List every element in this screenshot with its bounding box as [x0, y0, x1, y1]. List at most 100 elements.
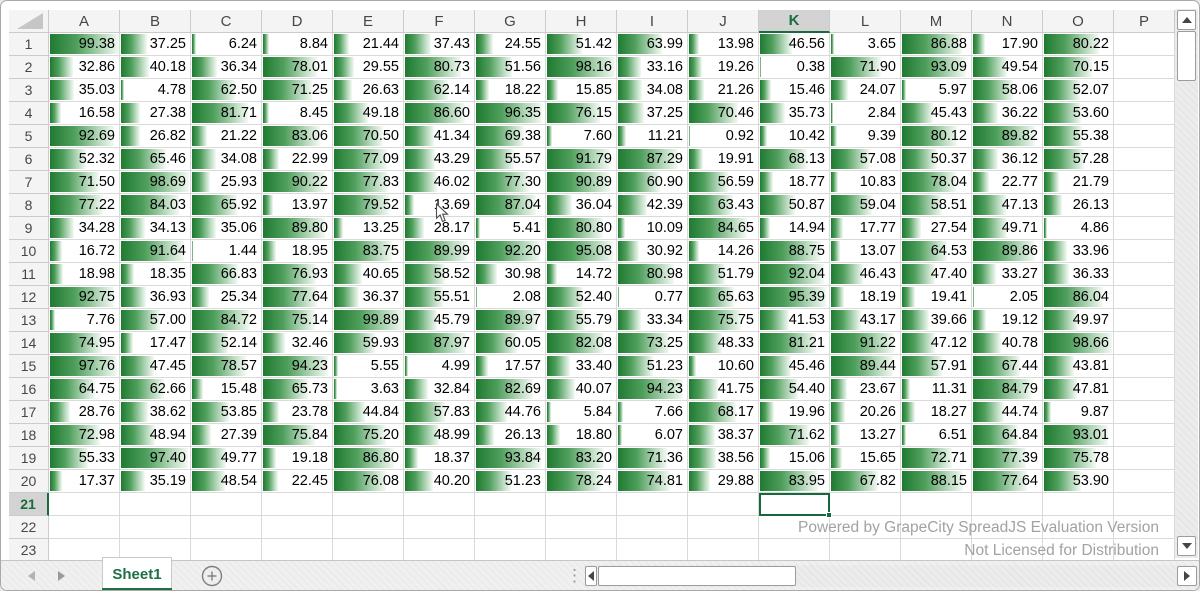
cell-E23[interactable]	[333, 539, 404, 562]
cell-B12[interactable]: 36.93	[120, 286, 191, 309]
cell-O21[interactable]	[1043, 493, 1114, 516]
cell-O19[interactable]: 75.78	[1043, 447, 1114, 470]
cell-P11[interactable]	[1114, 263, 1175, 286]
cell-P20[interactable]	[1114, 470, 1175, 493]
cell-A6[interactable]: 52.32	[49, 148, 120, 171]
cell-C16[interactable]: 15.48	[191, 378, 262, 401]
column-header-F[interactable]: F	[404, 10, 475, 33]
cell-L5[interactable]: 9.39	[830, 125, 901, 148]
sheet-nav-next-icon[interactable]	[58, 571, 65, 581]
cell-G9[interactable]: 5.41	[475, 217, 546, 240]
column-header-G[interactable]: G	[475, 10, 546, 33]
cell-E2[interactable]: 29.55	[333, 56, 404, 79]
cell-C20[interactable]: 48.54	[191, 470, 262, 493]
row-header-17[interactable]: 17	[9, 401, 49, 424]
row-header-1[interactable]: 1	[9, 33, 49, 56]
cell-J21[interactable]	[688, 493, 759, 516]
cell-H21[interactable]	[546, 493, 617, 516]
cell-H6[interactable]: 91.79	[546, 148, 617, 171]
cell-J18[interactable]: 38.37	[688, 424, 759, 447]
row-header-11[interactable]: 11	[9, 263, 49, 286]
cell-A10[interactable]: 16.72	[49, 240, 120, 263]
cell-K18[interactable]: 71.62	[759, 424, 830, 447]
cell-N2[interactable]: 49.54	[972, 56, 1043, 79]
cell-O4[interactable]: 53.60	[1043, 102, 1114, 125]
cell-H3[interactable]: 15.85	[546, 79, 617, 102]
cell-L11[interactable]: 46.43	[830, 263, 901, 286]
row-header-8[interactable]: 8	[9, 194, 49, 217]
cell-J8[interactable]: 63.43	[688, 194, 759, 217]
cell-D4[interactable]: 8.45	[262, 102, 333, 125]
cell-B15[interactable]: 47.45	[120, 355, 191, 378]
cell-C5[interactable]: 21.22	[191, 125, 262, 148]
cell-P15[interactable]	[1114, 355, 1175, 378]
cell-D17[interactable]: 23.78	[262, 401, 333, 424]
cell-G23[interactable]	[475, 539, 546, 562]
cell-L7[interactable]: 10.83	[830, 171, 901, 194]
cell-J20[interactable]: 29.88	[688, 470, 759, 493]
cell-A5[interactable]: 92.69	[49, 125, 120, 148]
cell-K8[interactable]: 50.87	[759, 194, 830, 217]
cell-P2[interactable]	[1114, 56, 1175, 79]
cell-H16[interactable]: 40.07	[546, 378, 617, 401]
cell-M11[interactable]: 47.40	[901, 263, 972, 286]
cell-O8[interactable]: 26.13	[1043, 194, 1114, 217]
cell-F20[interactable]: 40.20	[404, 470, 475, 493]
cell-D1[interactable]: 8.84	[262, 33, 333, 56]
cell-O15[interactable]: 43.81	[1043, 355, 1114, 378]
cell-B10[interactable]: 91.64	[120, 240, 191, 263]
fill-handle[interactable]	[826, 512, 832, 518]
cell-F12[interactable]: 55.51	[404, 286, 475, 309]
cell-D16[interactable]: 65.73	[262, 378, 333, 401]
cell-M23[interactable]	[901, 539, 972, 562]
cell-M5[interactable]: 80.12	[901, 125, 972, 148]
cell-A17[interactable]: 28.76	[49, 401, 120, 424]
cell-B9[interactable]: 34.13	[120, 217, 191, 240]
cell-M7[interactable]: 78.04	[901, 171, 972, 194]
cell-P14[interactable]	[1114, 332, 1175, 355]
row-header-19[interactable]: 19	[9, 447, 49, 470]
cell-I3[interactable]: 34.08	[617, 79, 688, 102]
cell-M21[interactable]	[901, 493, 972, 516]
cell-B18[interactable]: 48.94	[120, 424, 191, 447]
cell-C3[interactable]: 62.50	[191, 79, 262, 102]
cell-F10[interactable]: 89.99	[404, 240, 475, 263]
cell-H9[interactable]: 80.80	[546, 217, 617, 240]
cell-O20[interactable]: 53.90	[1043, 470, 1114, 493]
cell-I21[interactable]	[617, 493, 688, 516]
cell-O3[interactable]: 52.07	[1043, 79, 1114, 102]
cell-G18[interactable]: 26.13	[475, 424, 546, 447]
cell-K20[interactable]: 83.95	[759, 470, 830, 493]
cell-C4[interactable]: 81.71	[191, 102, 262, 125]
row-header-2[interactable]: 2	[9, 56, 49, 79]
row-header-23[interactable]: 23	[9, 539, 49, 562]
column-header-A[interactable]: A	[49, 10, 120, 33]
cell-A18[interactable]: 72.98	[49, 424, 120, 447]
cell-B5[interactable]: 26.82	[120, 125, 191, 148]
cell-B4[interactable]: 27.38	[120, 102, 191, 125]
cell-M12[interactable]: 19.41	[901, 286, 972, 309]
cell-H19[interactable]: 83.20	[546, 447, 617, 470]
cell-I22[interactable]	[617, 516, 688, 539]
cell-H2[interactable]: 98.16	[546, 56, 617, 79]
cell-A14[interactable]: 74.95	[49, 332, 120, 355]
cell-C9[interactable]: 35.06	[191, 217, 262, 240]
cell-L16[interactable]: 23.67	[830, 378, 901, 401]
cell-L21[interactable]	[830, 493, 901, 516]
cell-B20[interactable]: 35.19	[120, 470, 191, 493]
cell-I20[interactable]: 74.81	[617, 470, 688, 493]
cell-L20[interactable]: 67.82	[830, 470, 901, 493]
cell-B14[interactable]: 17.47	[120, 332, 191, 355]
cell-J5[interactable]: 0.92	[688, 125, 759, 148]
cell-J13[interactable]: 75.75	[688, 309, 759, 332]
cell-L8[interactable]: 59.04	[830, 194, 901, 217]
column-header-P[interactable]: P	[1114, 10, 1175, 33]
cell-G2[interactable]: 51.56	[475, 56, 546, 79]
cell-P4[interactable]	[1114, 102, 1175, 125]
cell-C10[interactable]: 1.44	[191, 240, 262, 263]
cell-G5[interactable]: 69.38	[475, 125, 546, 148]
cell-N14[interactable]: 40.78	[972, 332, 1043, 355]
cell-P18[interactable]	[1114, 424, 1175, 447]
cell-P8[interactable]	[1114, 194, 1175, 217]
cell-L19[interactable]: 15.65	[830, 447, 901, 470]
